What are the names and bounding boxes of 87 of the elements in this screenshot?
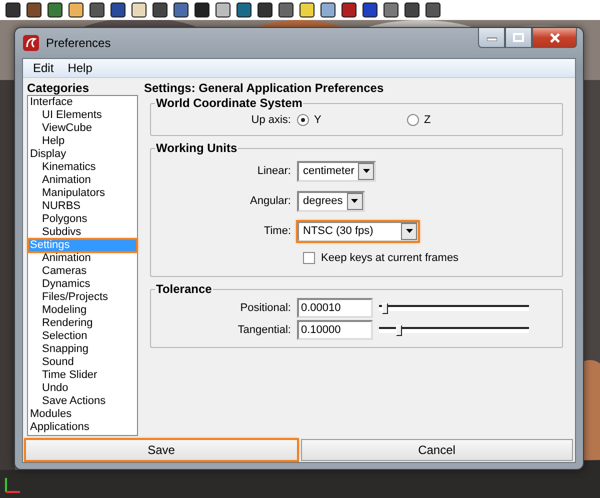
category-item[interactable]: Applications [28,421,137,434]
checkbox[interactable] [303,252,315,264]
dropdown[interactable]: centimeter [297,160,376,182]
field-label: Tangential: [236,322,292,338]
toolbar-icon[interactable] [256,1,274,19]
group-title: World Coordinate System [155,97,304,109]
radio-label: Y [314,112,322,128]
group-title: Tolerance [155,283,213,295]
checkbox-label: Keep keys at current frames [321,250,459,266]
toolbar-icon[interactable] [340,1,358,19]
category-item[interactable]: Time Slider [28,369,137,382]
toolbar-icon[interactable] [88,1,106,19]
input-field[interactable]: 0.00010 [297,298,373,318]
slider[interactable] [379,327,529,333]
category-item[interactable]: Selection [28,330,137,343]
category-item[interactable]: NURBS [28,200,137,213]
category-item[interactable]: Polygons [28,213,137,226]
toolbar-icon[interactable] [46,1,64,19]
slider-thumb[interactable] [396,325,402,336]
radio-button[interactable] [407,114,419,126]
minimize-button[interactable] [478,28,505,48]
category-item[interactable]: Sound [28,356,137,369]
dialog-button[interactable]: Save [25,439,298,461]
category-item[interactable]: Save Actions [28,395,137,408]
category-item[interactable]: Dynamics [28,278,137,291]
category-item[interactable]: Cameras [28,265,137,278]
field-label: Time: [262,224,292,239]
toolbar-icon[interactable] [214,1,232,19]
toolbar-icon[interactable] [403,1,421,19]
caret-icon [406,229,412,233]
category-item[interactable]: Kinematics [28,161,137,174]
input-field[interactable]: 0.10000 [297,320,373,340]
maximize-button[interactable] [505,28,532,48]
dropdown[interactable]: NTSC (30 fps) [297,220,419,242]
category-item[interactable]: Animation [28,252,137,265]
category-item[interactable]: Undo [28,382,137,395]
category-item[interactable]: Files/Projects [28,291,137,304]
field-label: Positional: [239,300,292,316]
category-item[interactable]: Snapping [28,343,137,356]
category-item[interactable]: Rendering [28,317,137,330]
category-item[interactable]: UI Elements [28,109,137,122]
window-title: Preferences [46,35,111,52]
close-button[interactable] [532,28,577,48]
toolbar-icon[interactable] [235,1,253,19]
category-item[interactable]: Manipulators [28,187,137,200]
dialog-button[interactable]: Cancel [300,439,573,461]
app-logo-icon [22,34,40,52]
page-heading: Settings: General Application Preferences [144,82,385,95]
toolbar-icon[interactable] [67,1,85,19]
menu-item[interactable]: Help [62,59,98,77]
close-icon [548,32,560,42]
toolbar-icon[interactable] [424,1,442,19]
toolbar-icon[interactable] [193,1,211,19]
radio-label: Z [424,112,431,128]
toolbar-icon[interactable] [4,1,22,19]
category-item[interactable]: ViewCube [28,122,137,135]
category-item[interactable]: Animation [28,174,137,187]
dropdown[interactable]: degrees [297,190,365,212]
group-title: Working Units [155,142,238,154]
field-label: Angular: [249,194,292,209]
category-item[interactable]: Modeling [28,304,137,317]
radio-button[interactable] [297,114,309,126]
toolbar-icon[interactable] [109,1,127,19]
toolbar-icon[interactable] [361,1,379,19]
maximize-icon [513,33,524,42]
toolbar-icon[interactable] [151,1,169,19]
caret-icon [362,169,370,173]
category-item[interactable]: Subdivs [28,226,137,239]
minimize-icon [486,34,496,40]
toolbar-icon[interactable] [319,1,337,19]
slider[interactable] [379,305,529,311]
category-item[interactable]: Help [28,135,137,148]
field-label: Up axis: [250,112,292,128]
toolbar-icon[interactable] [172,1,190,19]
slider-thumb[interactable] [382,303,388,314]
toolbar-icon[interactable] [130,1,148,19]
category-item[interactable]: Modules [28,408,137,421]
toolbar-icon[interactable] [382,1,400,19]
toolbar-icon[interactable] [277,1,295,19]
menu-item[interactable]: Edit [28,59,59,77]
category-item[interactable]: Interface [28,96,137,109]
category-item[interactable]: Display [28,148,137,161]
field-label: Linear: [256,164,292,179]
toolbar-icon[interactable] [25,1,43,19]
toolbar-icon[interactable] [298,1,316,19]
caret-icon [351,199,358,203]
panel-title: Categories [27,82,90,95]
